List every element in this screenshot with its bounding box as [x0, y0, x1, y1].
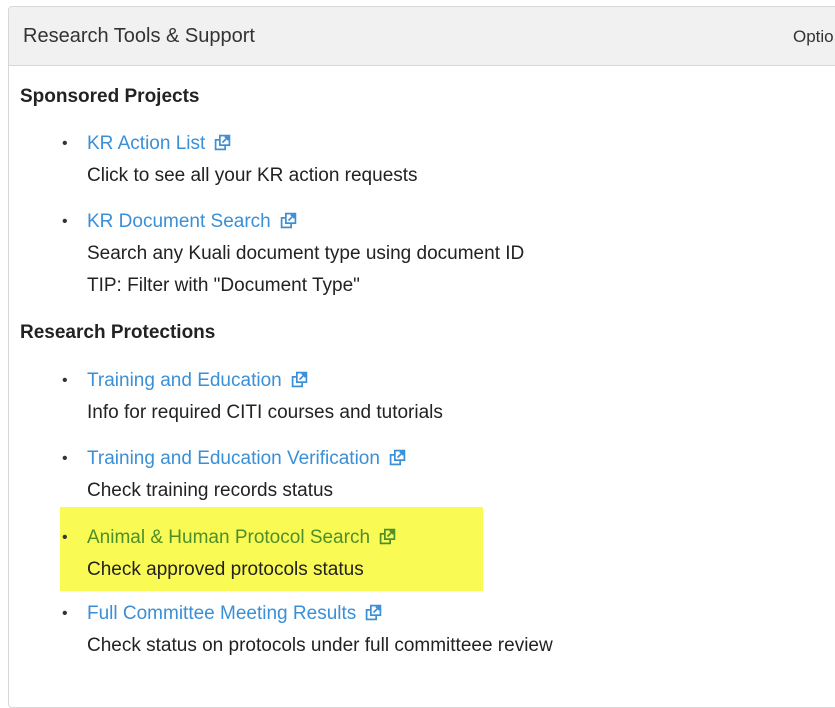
- section-heading-sponsored-projects: Sponsored Projects: [20, 86, 200, 107]
- panel-header: Research Tools & Support Optio: [9, 7, 835, 66]
- kr-document-search-link[interactable]: KR Document Search: [87, 211, 271, 232]
- bullet: •: [62, 213, 68, 230]
- external-link-icon[interactable]: [280, 212, 297, 229]
- training-verification-link[interactable]: Training and Education Verification: [87, 448, 380, 469]
- list-item: • Full Committee Meeting Results Check s…: [62, 598, 553, 662]
- external-link-icon[interactable]: [379, 528, 396, 545]
- list-item: • Animal & Human Protocol Search Check a…: [62, 522, 396, 586]
- options-link[interactable]: Optio: [793, 27, 834, 47]
- panel-title: Research Tools & Support: [23, 25, 255, 47]
- external-link-icon[interactable]: [389, 449, 406, 466]
- full-committee-results-link[interactable]: Full Committee Meeting Results: [87, 603, 356, 624]
- external-link-icon[interactable]: [214, 134, 231, 151]
- bullet: •: [62, 135, 68, 152]
- bullet: •: [62, 529, 68, 546]
- list-item: • KR Document Search Search any Kuali do…: [62, 206, 524, 302]
- list-item: • KR Action List Click to see all your K…: [62, 128, 418, 192]
- bullet: •: [62, 372, 68, 389]
- item-description: Check status on protocols under full com…: [87, 635, 553, 656]
- external-link-icon[interactable]: [291, 371, 308, 388]
- item-description: Info for required CITI courses and tutor…: [87, 402, 443, 423]
- item-description: Click to see all your KR action requests: [87, 165, 418, 186]
- bullet: •: [62, 450, 68, 467]
- item-tip: TIP: Filter with "Document Type": [87, 275, 360, 296]
- training-and-education-link[interactable]: Training and Education: [87, 370, 282, 391]
- list-item: • Training and Education Info for requir…: [62, 365, 443, 429]
- item-description: Check training records status: [87, 480, 334, 501]
- list-item: • Training and Education Verification Ch…: [62, 443, 406, 507]
- section-heading-research-protections: Research Protections: [20, 322, 216, 343]
- item-description: Search any Kuali document type using doc…: [87, 243, 525, 264]
- external-link-icon[interactable]: [365, 604, 382, 621]
- item-description: Check approved protocols status: [87, 559, 364, 580]
- protocol-search-link[interactable]: Animal & Human Protocol Search: [87, 527, 370, 548]
- bullet: •: [62, 605, 68, 622]
- kr-action-list-link[interactable]: KR Action List: [87, 133, 205, 154]
